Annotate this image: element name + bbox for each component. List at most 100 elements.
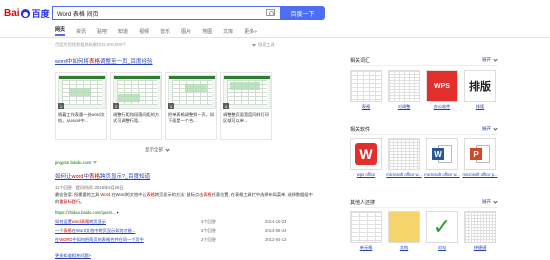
tab-news[interactable]: 资讯	[76, 26, 86, 36]
paiban-thumbnail: 排版	[464, 70, 496, 102]
related-question-link[interactable]: 如何设置word表格跨页显示	[55, 219, 106, 225]
step-thumbnail	[168, 75, 216, 109]
step-text: 调整行距和段落间距的方式可调整行距...	[113, 112, 160, 123]
result2-title-highlight: 表格	[88, 174, 100, 180]
related-question-link[interactable]: 一个表格在Word文档中跨页显示如何才能...	[55, 228, 135, 234]
others-searched-tile[interactable]: 文档	[388, 211, 420, 259]
wps-office-thumbnail: W	[350, 138, 382, 170]
tab-music[interactable]: 音乐	[160, 26, 170, 36]
word-document-icon: W	[431, 143, 453, 165]
chevron-down-icon	[493, 125, 498, 131]
related-term-tile[interactable]: 对调整	[388, 70, 420, 118]
related-term-tile[interactable]: WPS 办公软件	[426, 70, 458, 118]
result1-url[interactable]: jingyan.baidu.com	[55, 160, 98, 165]
checkmark-icon: ✓	[426, 211, 458, 243]
step-text: 随着工作表量一份word文档，从excel中...	[58, 112, 105, 123]
result2-title-word: word	[71, 174, 84, 180]
step-text: 调整整页面宽度同样打印区域可以单...	[223, 112, 270, 123]
expand-label: 展开	[482, 57, 491, 62]
tab-tieba[interactable]: 贴吧	[97, 26, 107, 36]
chevron-down-icon	[493, 56, 498, 62]
step-number: 4	[223, 103, 229, 109]
related-term-tile[interactable]: 表格	[350, 70, 382, 118]
search-query-text: Word 表格 间页	[57, 11, 99, 18]
related-terms-expand[interactable]: 展开	[482, 56, 498, 63]
result1-title-mid: 中如何将	[66, 59, 89, 65]
tile-label: 文档	[399, 245, 409, 250]
camera-icon[interactable]	[266, 9, 275, 16]
office-screenshot-thumbnail	[388, 138, 420, 170]
expand-label: 展开	[482, 126, 491, 131]
tile-label: microsoft office w...	[424, 172, 460, 177]
show-all-label: 显示全部	[145, 147, 163, 152]
tab-map[interactable]: 地图	[202, 26, 212, 36]
others-searched-title: 其他人还搜	[350, 200, 376, 206]
related-question-row: 在WORD中如何把两页的表格合并在同一个页中 2个回答 2012-04-13	[55, 237, 315, 244]
others-searched-tile[interactable]: 快捷键	[464, 211, 496, 259]
step-card-2[interactable]: 2 调整行距和段落间距的方式可调整行距...	[110, 72, 162, 140]
software-tile[interactable]: microsoft office w...	[386, 138, 422, 186]
tab-wenku[interactable]: 文库	[223, 26, 233, 36]
powerpoint-icon-thumbnail: P	[464, 138, 496, 170]
search-button[interactable]: 百度一下	[280, 6, 325, 20]
software-tile[interactable]: P microsoft office p...	[462, 138, 498, 186]
result2-meta: 11个回答 · 提问时间: 2016年6月28日	[55, 185, 124, 190]
tile-label: microsoft office w...	[386, 172, 422, 177]
related-software-expand[interactable]: 展开	[482, 125, 498, 132]
result2-title-rest: 跨页显示?_百度知道	[99, 174, 151, 180]
tab-video[interactable]: 视频	[139, 26, 149, 36]
cell-thumbnail	[350, 211, 382, 243]
show-all-button[interactable]: 显示全部	[145, 146, 170, 153]
software-tile[interactable]: W wps office	[350, 138, 382, 186]
search-tabs: 网页 资讯 贴吧 知道 视频 音乐 图片 地图 文库 更多»	[55, 26, 268, 36]
related-question-link[interactable]: 在WORD中如何把两页的表格合并在同一个页中	[55, 237, 144, 243]
step-card-4[interactable]: 4 调整整页面宽度同样打印区域可以单...	[220, 72, 272, 140]
section-divider	[350, 207, 498, 208]
result1-title-link[interactable]: word中如何将表格调整至一页_百度经验	[55, 57, 153, 65]
tab-web[interactable]: 网页	[55, 26, 66, 36]
search-tools-button[interactable]: 搜索工具	[252, 42, 275, 48]
result2-snippet: 最佳答案: 所需要的工具 Word 在Word的文档中让表格跨页显示的方法: 鼠…	[55, 192, 313, 204]
shortcut-keys-thumbnail	[464, 211, 496, 243]
result2-source-url[interactable]: https://zhidao.baidu.com/quest... ▾	[55, 210, 119, 215]
answer-count: 3个回答	[201, 228, 216, 233]
tile-label: 单元格	[359, 245, 373, 250]
caret-down-icon	[93, 161, 98, 164]
step-number: 2	[113, 103, 119, 109]
tabs-divider	[0, 37, 550, 38]
software-tile[interactable]: W microsoft office w...	[424, 138, 460, 186]
others-searched-tile[interactable]: 单元格	[350, 211, 382, 259]
step-thumbnail	[58, 75, 106, 109]
result2-title-prefix: 如何让	[55, 174, 72, 180]
tab-images[interactable]: 图片	[181, 26, 191, 36]
tab-more[interactable]: 更多»	[244, 26, 257, 36]
related-software-title: 相关软件	[350, 127, 371, 133]
others-searched-tile[interactable]: ✓ 对勾	[426, 211, 458, 259]
related-term-tile[interactable]: 排版 排版	[464, 70, 496, 118]
section-divider	[350, 65, 498, 66]
baidu-logo[interactable]: Bai 百度	[4, 6, 50, 20]
question-date: 2014-10-24	[265, 219, 287, 224]
search-input[interactable]: Word 表格 间页	[52, 6, 280, 20]
word-icon-thumbnail: W	[426, 138, 458, 170]
answer-count: 3个回答	[201, 219, 216, 224]
step-card-1[interactable]: 1 随着工作表量一份word文档，从excel中...	[55, 72, 107, 140]
filter-icon	[252, 43, 256, 47]
question-date: 2012-04-13	[265, 237, 287, 242]
others-searched-expand[interactable]: 展开	[482, 198, 498, 205]
more-questions-link[interactable]: 更多知道相关问题>	[55, 253, 91, 259]
related-terms-title: 相关词汇	[350, 58, 371, 64]
search-tools-label: 搜索工具	[258, 42, 275, 47]
table-thumbnail	[388, 70, 420, 102]
related-question-row: 一个表格在Word文档中跨页显示如何才能... 3个回答 2013-06-24	[55, 228, 315, 235]
logo-text-baidu: 百度	[31, 9, 50, 20]
result2-title-link[interactable]: 如何让word中表格跨页显示?_百度知道	[55, 172, 150, 180]
powerpoint-document-icon: P	[469, 143, 491, 165]
expand-label: 展开	[482, 199, 491, 204]
tab-zhidao[interactable]: 知道	[118, 26, 128, 36]
step-number: 3	[168, 103, 174, 109]
step-card-3[interactable]: 3 把单表格调整到一页，如下面是一个合...	[165, 72, 217, 140]
tile-label: 对勾	[437, 245, 447, 250]
step-number: 1	[58, 103, 64, 109]
tile-label: wps office	[356, 172, 376, 177]
